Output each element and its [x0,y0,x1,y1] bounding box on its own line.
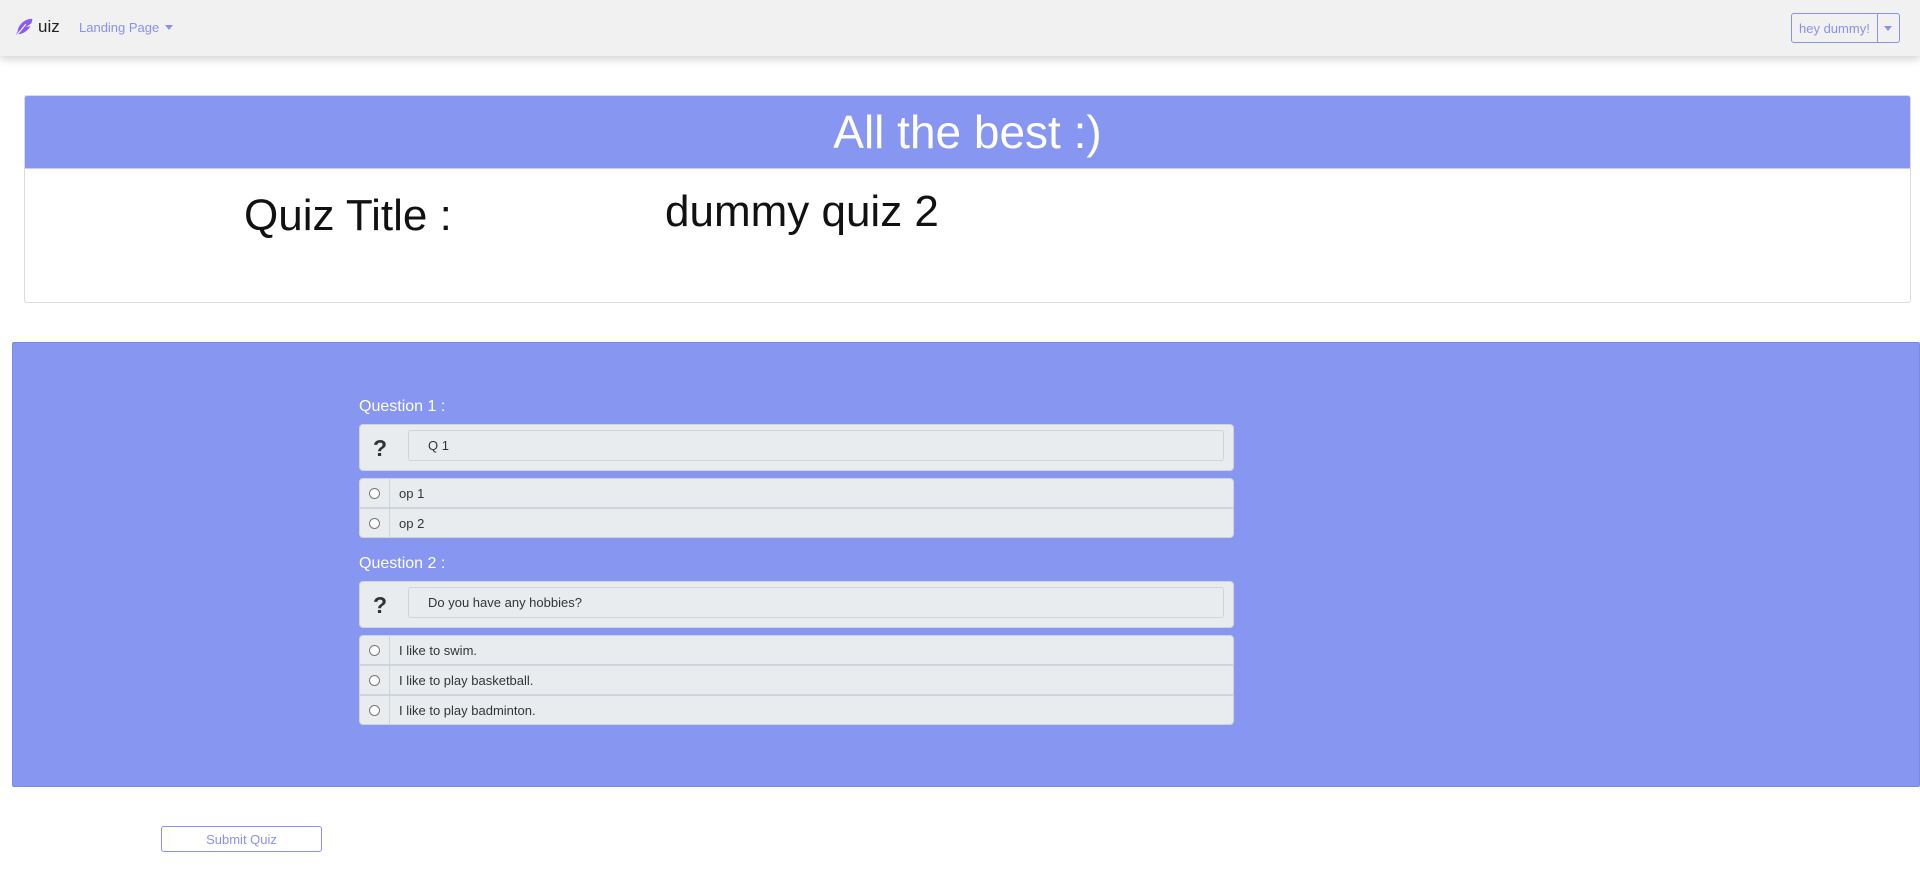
navbar: uiz Landing Page hey dummy! [0,0,1920,56]
option-label: I like to play badminton. [399,702,536,718]
quiz-title-value: dummy quiz 2 [665,187,939,236]
option-label: I like to swim. [399,642,478,658]
options-list: op 1 op 2 [359,478,1234,538]
quiz-title-label: Quiz Title : [244,191,452,240]
question-text: Do you have any hobbies? [408,587,1224,618]
brand-link[interactable]: uiz [13,16,60,38]
user-dropdown-toggle[interactable] [1877,13,1900,43]
option-radio[interactable] [369,674,380,686]
quiz-questions-panel: Question 1 : ? Q 1 op 1 op 2 Question 2 … [12,342,1920,787]
option-radio-wrapper [360,479,390,507]
option-item[interactable]: op 2 [359,508,1234,538]
greeting-heading: All the best :) [833,106,1102,158]
brand-text: uiz [38,17,60,36]
option-radio[interactable] [369,487,380,499]
quiz-header-card: All the best :) Quiz Title : dummy quiz … [24,95,1911,303]
options-list: I like to swim. I like to play basketbal… [359,635,1234,725]
option-item[interactable]: I like to play badminton. [359,695,1234,725]
caret-down-icon [1884,25,1893,31]
option-radio-wrapper [360,509,390,537]
question-text: Q 1 [408,430,1224,461]
option-item[interactable]: I like to swim. [359,635,1234,665]
card-header: All the best :) [25,96,1910,169]
question-label: Question 1 : [359,398,446,415]
option-radio[interactable] [369,644,380,656]
landing-page-dropdown[interactable]: Landing Page [79,20,174,35]
feather-icon [15,18,33,36]
question-block: Question 1 : ? Q 1 op 1 op 2 [359,396,1234,538]
user-menu: hey dummy! [1791,13,1900,43]
option-label: op 1 [399,485,425,501]
caret-down-icon [165,25,174,30]
question-box: ? Do you have any hobbies? [359,581,1234,628]
question-box: ? Q 1 [359,424,1234,471]
question-mark-icon: ? [373,435,388,461]
option-radio[interactable] [369,704,380,716]
option-item[interactable]: I like to play basketball. [359,665,1234,695]
question-block: Question 2 : ? Do you have any hobbies? … [359,553,1234,725]
option-radio-wrapper [360,666,390,694]
option-radio-wrapper [360,696,390,724]
option-item[interactable]: op 1 [359,478,1234,508]
question-label: Question 2 : [359,555,446,572]
option-label: op 2 [399,515,425,531]
landing-page-label: Landing Page [79,20,160,35]
option-label: I like to play basketball. [399,672,534,688]
user-button[interactable]: hey dummy! [1791,13,1878,43]
option-radio[interactable] [369,517,380,529]
option-radio-wrapper [360,636,390,664]
submit-quiz-button[interactable]: Submit Quiz [161,826,322,852]
question-mark-icon: ? [373,592,388,618]
